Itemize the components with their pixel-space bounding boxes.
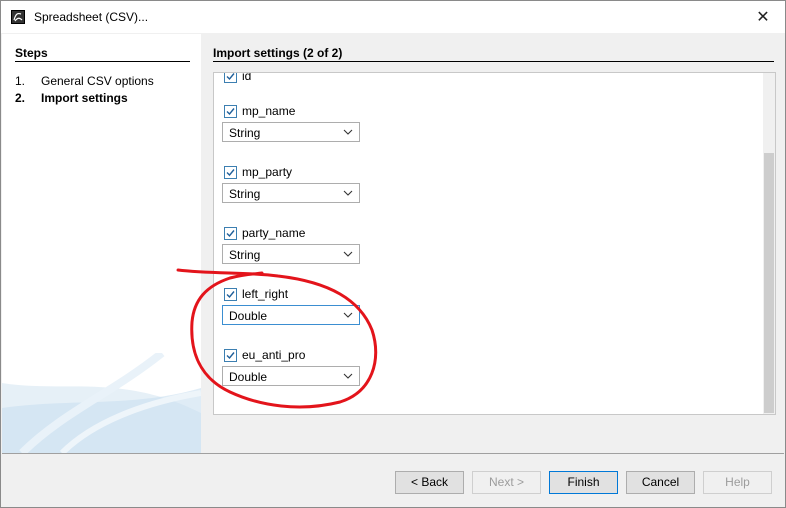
- field-checkbox-mp-name[interactable]: [224, 105, 237, 118]
- type-select-eu-anti-pro[interactable]: Double: [222, 366, 360, 386]
- chevron-down-icon: [343, 312, 353, 318]
- cancel-button[interactable]: Cancel: [626, 471, 695, 494]
- selected-type: Double: [229, 370, 268, 384]
- title-bar: Spreadsheet (CSV)... ✕: [1, 1, 785, 33]
- vertical-scrollbar[interactable]: [763, 73, 775, 414]
- step-import-settings: 2. Import settings: [15, 91, 128, 105]
- step-number: 1.: [15, 74, 26, 88]
- scrollbar-thumb[interactable]: [764, 153, 774, 413]
- field-name-label: mp_name: [242, 104, 296, 118]
- steps-pane: Steps 1. General CSV options 2. Import set…: [2, 34, 201, 453]
- step-general-csv-options: 1. General CSV options: [15, 74, 154, 88]
- type-select-left-right[interactable]: Double: [222, 305, 360, 325]
- field-checkbox-mp-party[interactable]: [224, 166, 237, 179]
- step-label: General CSV options: [41, 74, 154, 88]
- field-checkbox-party-name[interactable]: [224, 227, 237, 240]
- chevron-down-icon: [343, 190, 353, 196]
- selected-type: String: [229, 248, 261, 262]
- window-title: Spreadsheet (CSV)...: [34, 10, 149, 24]
- next-button[interactable]: Next >: [472, 471, 541, 494]
- import-settings-pane: Import settings (2 of 2) id mp_name Stri…: [202, 34, 784, 453]
- close-button[interactable]: ✕: [747, 3, 779, 31]
- help-button[interactable]: Help: [703, 471, 772, 494]
- field-settings-panel[interactable]: id mp_name String mp_party String party_…: [213, 72, 776, 415]
- decorative-swoosh: [2, 353, 201, 453]
- chevron-down-icon: [343, 129, 353, 135]
- type-select-mp-party[interactable]: String: [222, 183, 360, 203]
- import-divider: [213, 61, 774, 62]
- steps-divider: [15, 61, 190, 62]
- selected-type: String: [229, 126, 261, 140]
- field-name-label: party_name: [242, 226, 306, 240]
- step-number: 2.: [15, 91, 26, 105]
- type-select-mp-name[interactable]: String: [222, 122, 360, 142]
- import-settings-heading: Import settings (2 of 2): [213, 46, 343, 60]
- chevron-down-icon: [343, 251, 353, 257]
- selected-type: String: [229, 187, 261, 201]
- field-checkbox-left-right[interactable]: [224, 288, 237, 301]
- selected-type: Double: [229, 309, 268, 323]
- back-button[interactable]: < Back: [395, 471, 464, 494]
- field-name-label: mp_party: [242, 165, 293, 179]
- step-label: Import settings: [41, 91, 128, 105]
- field-name-label: eu_anti_pro: [242, 348, 306, 362]
- field-name-label: left_right: [242, 287, 289, 301]
- chevron-down-icon: [343, 373, 353, 379]
- finish-button[interactable]: Finish: [549, 471, 618, 494]
- button-bar-divider: [2, 453, 784, 454]
- dialog-window: Spreadsheet (CSV)... ✕ Steps 1. General C…: [0, 0, 786, 508]
- steps-heading: Steps: [15, 46, 48, 60]
- type-select-party-name[interactable]: String: [222, 244, 360, 264]
- field-name-label: id: [242, 72, 252, 83]
- field-checkbox-id[interactable]: [224, 73, 237, 83]
- field-checkbox-eu-anti-pro[interactable]: [224, 349, 237, 362]
- app-logo-icon: [11, 10, 25, 24]
